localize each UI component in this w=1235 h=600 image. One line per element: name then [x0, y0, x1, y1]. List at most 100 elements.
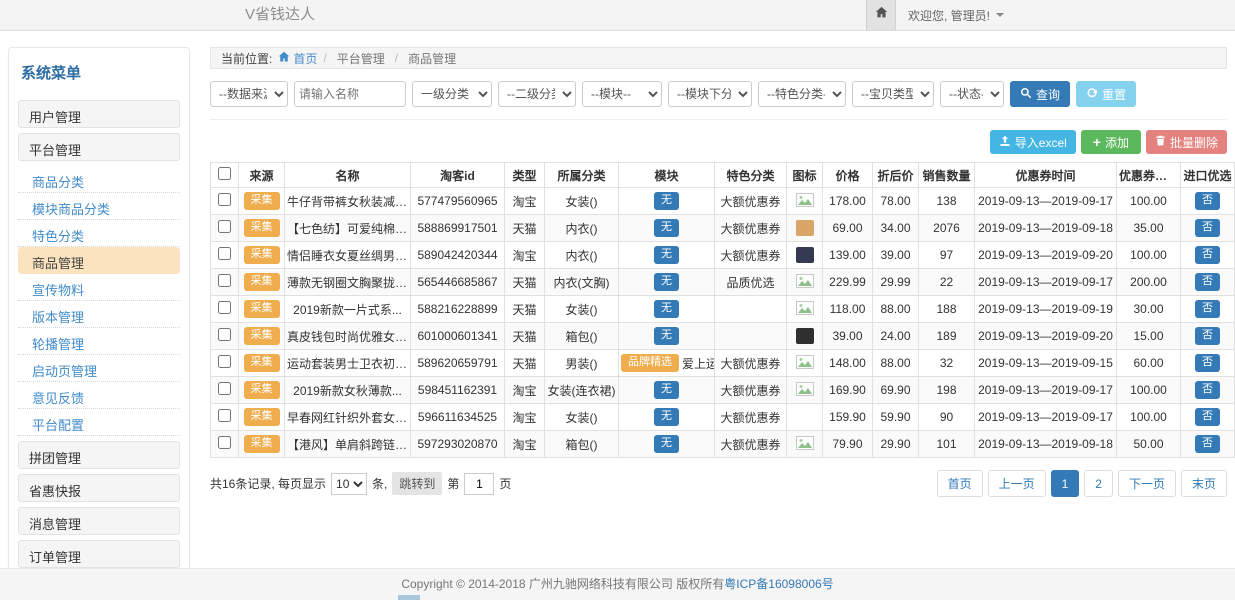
col-discount-price: 折后价: [873, 163, 919, 188]
cell-category: 内衣(): [545, 215, 619, 242]
sidebar-item[interactable]: 拼团管理: [18, 441, 180, 469]
row-checkbox[interactable]: [218, 382, 231, 395]
sidebar-item[interactable]: 模块商品分类: [18, 193, 180, 220]
cell-coupon-amount: 200.00: [1117, 269, 1181, 296]
import-pick-badge[interactable]: 否: [1195, 246, 1220, 263]
icp-link[interactable]: 粤ICP备16098006号: [724, 577, 833, 591]
page-size-select[interactable]: 10: [331, 473, 367, 495]
row-checkbox[interactable]: [218, 328, 231, 341]
table-header-row: 来源 名称 淘客id 类型 所属分类 模块 特色分类 图标 价格 折后价 销售数…: [211, 163, 1235, 188]
sidebar-item[interactable]: 消息管理: [18, 507, 180, 535]
module-badge: 无: [654, 408, 679, 425]
sidebar-item[interactable]: 版本管理: [18, 301, 180, 328]
row-checkbox[interactable]: [218, 193, 231, 206]
level2-category-select[interactable]: --二级分类--: [498, 81, 576, 107]
level1-category-select[interactable]: 一级分类: [412, 81, 492, 107]
row-checkbox[interactable]: [218, 247, 231, 260]
import-pick-badge[interactable]: 否: [1195, 381, 1220, 398]
cell-icon: [787, 431, 823, 458]
sidebar-item[interactable]: 用户管理: [18, 100, 180, 128]
cell-type: 天猫: [505, 215, 545, 242]
source-badge: 采集: [244, 354, 280, 371]
sidebar-item[interactable]: 商品分类: [18, 166, 180, 193]
module-subcategory-select[interactable]: --模块下分类--: [668, 81, 752, 107]
summary-mid-text: 条,: [372, 475, 387, 492]
reset-button-label: 重置: [1102, 86, 1126, 103]
sidebar-item[interactable]: 宣传物料: [18, 274, 180, 301]
import-pick-badge[interactable]: 否: [1195, 192, 1220, 209]
cell-module: 无: [619, 404, 715, 431]
last-page-button[interactable]: 末页: [1181, 470, 1227, 497]
batch-delete-label: 批量删除: [1170, 134, 1218, 151]
page-1-button[interactable]: 1: [1051, 470, 1080, 497]
pagination-buttons: 首页 上一页 1 2 下一页 末页: [937, 470, 1227, 497]
data-source-select[interactable]: --数据来源--: [210, 81, 288, 107]
import-pick-badge[interactable]: 否: [1195, 219, 1220, 236]
sidebar-item[interactable]: 订单管理: [18, 540, 180, 568]
jump-page-input[interactable]: [464, 473, 494, 495]
cell-name: 情侣睡衣女夏丝绸男士...: [285, 242, 411, 269]
source-badge: 采集: [244, 327, 280, 344]
sidebar-item[interactable]: 特色分类: [18, 220, 180, 247]
row-checkbox[interactable]: [218, 274, 231, 287]
sidebar-item[interactable]: 平台配置: [18, 409, 180, 436]
cell-checkbox: [211, 269, 239, 296]
cell-coupon-amount: 100.00: [1117, 404, 1181, 431]
sidebar-item[interactable]: 意见反馈: [18, 382, 180, 409]
row-checkbox[interactable]: [218, 220, 231, 233]
module-wrap: 无: [654, 300, 679, 317]
row-checkbox[interactable]: [218, 301, 231, 314]
import-pick-badge[interactable]: 否: [1195, 300, 1220, 317]
row-checkbox[interactable]: [218, 355, 231, 368]
import-pick-badge[interactable]: 否: [1195, 435, 1220, 452]
batch-delete-button[interactable]: 批量删除: [1146, 130, 1227, 154]
home-button[interactable]: [866, 0, 896, 30]
status-select[interactable]: --状态--: [940, 81, 1004, 107]
reset-button[interactable]: 重置: [1076, 81, 1136, 107]
breadcrumb-item-goods[interactable]: 商品管理: [404, 50, 460, 67]
refresh-icon: [1086, 87, 1098, 102]
first-page-button[interactable]: 首页: [937, 470, 983, 497]
import-pick-badge[interactable]: 否: [1195, 327, 1220, 344]
cell-coupon-time: 2019-09-13—2019-09-18: [975, 215, 1117, 242]
cell-price: 169.90: [823, 377, 873, 404]
cell-name: 真皮钱包时尚优雅女士...: [285, 323, 411, 350]
import-pick-badge[interactable]: 否: [1195, 354, 1220, 371]
item-type-select[interactable]: --宝贝类型--: [852, 81, 934, 107]
page-2-button[interactable]: 2: [1084, 470, 1113, 497]
row-checkbox[interactable]: [218, 436, 231, 449]
search-button-label: 查询: [1036, 86, 1060, 103]
sidebar-item[interactable]: 轮播管理: [18, 328, 180, 355]
prev-page-button[interactable]: 上一页: [988, 470, 1046, 497]
name-search-input[interactable]: [294, 81, 406, 107]
module-select[interactable]: --模块--: [582, 81, 662, 107]
feature-category-select[interactable]: --特色分类--: [758, 81, 846, 107]
cell-price: 148.00: [823, 350, 873, 377]
import-pick-badge[interactable]: 否: [1195, 408, 1220, 425]
breadcrumb-item-platform[interactable]: 平台管理: [333, 50, 389, 67]
pagination: 共16条记录, 每页显示 10 条, 跳转到 第 页 首页 上一页 1 2 下一…: [210, 470, 1227, 497]
table-row: 采集牛仔背带裤女秋装减龄...577479560965淘宝女装()无大额优惠券1…: [211, 188, 1235, 215]
next-page-button[interactable]: 下一页: [1118, 470, 1176, 497]
table-row: 采集【七色纺】可爱纯棉家...588869917501天猫内衣()无大额优惠券6…: [211, 215, 1235, 242]
search-button[interactable]: 查询: [1010, 81, 1070, 107]
cell-icon: [787, 404, 823, 431]
cell-category: 内衣(): [545, 242, 619, 269]
sidebar-item[interactable]: 启动页管理: [18, 355, 180, 382]
import-pick-badge[interactable]: 否: [1195, 273, 1220, 290]
row-checkbox[interactable]: [218, 409, 231, 422]
cell-checkbox: [211, 404, 239, 431]
select-all-checkbox[interactable]: [218, 167, 231, 180]
breadcrumb-home-link[interactable]: 首页: [278, 50, 317, 67]
user-menu[interactable]: 欢迎您, 管理员!: [896, 0, 1016, 30]
cell-source: 采集: [239, 377, 285, 404]
product-thumbnail: [796, 247, 814, 263]
sidebar-item[interactable]: 省惠快报: [18, 474, 180, 502]
jump-button[interactable]: 跳转到: [392, 472, 442, 495]
import-excel-button[interactable]: 导入excel: [990, 130, 1076, 154]
sidebar-item[interactable]: 平台管理: [18, 133, 180, 161]
add-button[interactable]: + 添加: [1081, 130, 1141, 154]
cell-sales: 101: [919, 431, 975, 458]
breadcrumb-separator: /: [395, 51, 398, 65]
sidebar-item[interactable]: 商品管理: [18, 247, 180, 274]
